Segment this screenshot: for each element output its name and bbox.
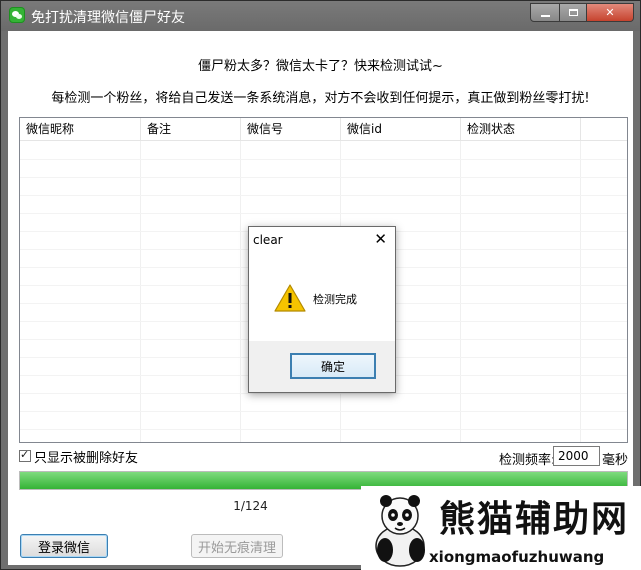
caption-buttons: ✕ [530, 3, 634, 22]
show-deleted-only-label: 只显示被删除好友 [34, 450, 139, 466]
frequency-label: 检测频率: [499, 453, 556, 468]
maximize-button[interactable] [560, 3, 587, 22]
frequency-input[interactable] [553, 446, 600, 466]
start-clean-button[interactable]: 开始无痕清理 [191, 534, 283, 558]
show-deleted-only-checkbox[interactable] [19, 448, 31, 462]
minimize-icon [540, 14, 550, 17]
window-title: 免打扰清理微信僵尸好友 [31, 10, 185, 26]
list-header: 微信昵称 备注 微信号 微信id 检测状态 [20, 118, 627, 141]
watermark-brand-en: xiongmaofuzhuwang [429, 548, 605, 566]
dialog-ok-button[interactable]: 确定 [290, 353, 376, 379]
dialog-close-button[interactable]: ✕ [374, 230, 387, 248]
completion-dialog: clear ✕ 检测完成 确定 [248, 226, 396, 393]
column-header-nickname[interactable]: 微信昵称 [20, 118, 141, 140]
maximize-icon [568, 9, 578, 16]
column-header-wechat-id[interactable]: 微信id [341, 118, 461, 140]
login-wechat-button[interactable]: 登录微信 [20, 534, 108, 558]
dialog-body: 检测完成 [249, 257, 395, 341]
dialog-title: clear [253, 233, 283, 247]
warning-icon [274, 284, 306, 312]
intro-line-2: 每检测一个粉丝，将给自己发送一条系统消息，对方不会收到任何提示，真正做到粉丝零打… [51, 91, 590, 106]
close-icon: ✕ [605, 6, 615, 19]
panda-logo-icon [375, 495, 425, 567]
show-deleted-only-option[interactable]: 只显示被删除好友 [19, 448, 139, 466]
title-bar[interactable]: 免打扰清理微信僵尸好友 ✕ [1, 1, 640, 31]
column-header-remark[interactable]: 备注 [141, 118, 241, 140]
watermark-brand-cn: 熊猫辅助网 [439, 498, 630, 540]
minimize-button[interactable] [530, 3, 560, 22]
intro-line-1: 僵尸粉太多？微信太卡了？快来检测试试~ [198, 59, 443, 74]
column-header-wechat-account[interactable]: 微信号 [241, 118, 341, 140]
frequency-unit: 毫秒 [602, 453, 629, 468]
column-header-status[interactable]: 检测状态 [461, 118, 581, 140]
dialog-message: 检测完成 [313, 293, 357, 306]
close-window-button[interactable]: ✕ [587, 3, 634, 22]
dialog-footer: 确定 [249, 341, 395, 392]
wechat-app-icon [9, 7, 25, 23]
watermark: 熊猫辅助网 xiongmaofuzhuwang [361, 486, 641, 570]
